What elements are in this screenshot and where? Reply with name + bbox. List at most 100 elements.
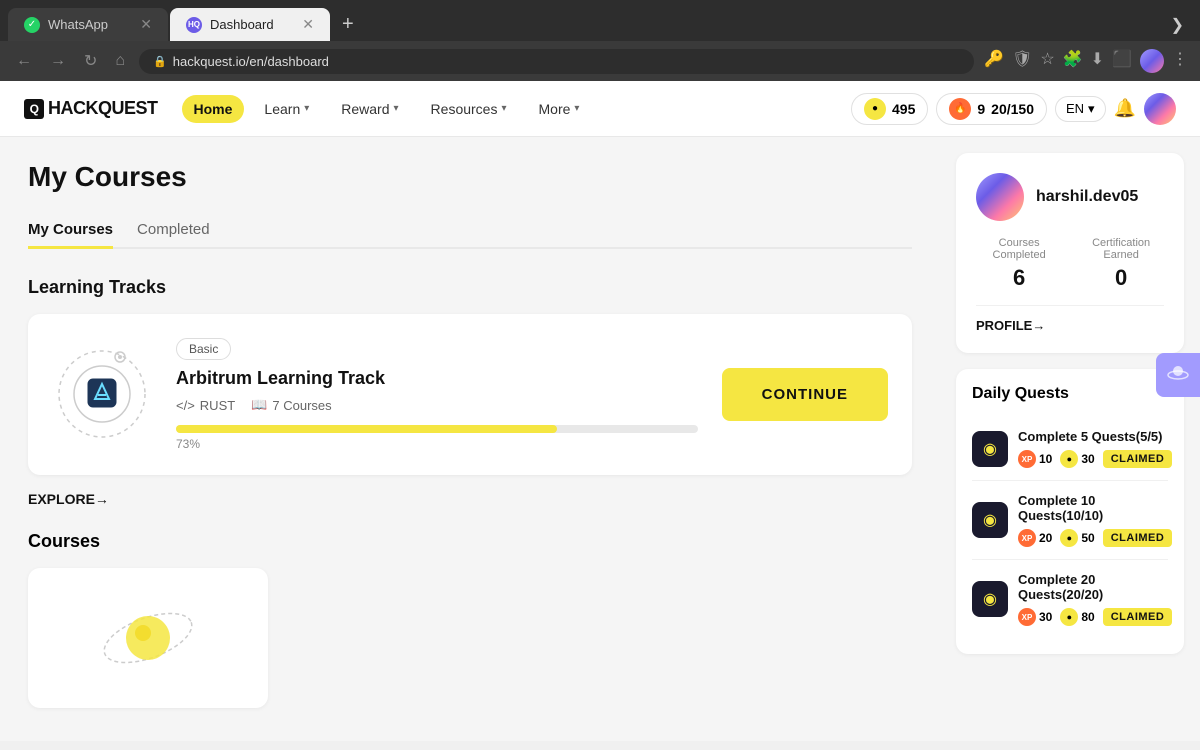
quest-name-1: Complete 10 Quests(10/10) xyxy=(1018,493,1172,523)
course-card-0[interactable] xyxy=(28,568,268,708)
tab-whatsapp-close[interactable]: ✕ xyxy=(140,16,152,33)
back-button[interactable]: ← xyxy=(12,48,36,74)
claimed-badge-2: CLAIMED xyxy=(1103,608,1173,626)
course-tabs: My Courses Completed xyxy=(28,213,912,249)
track-progress-bar xyxy=(176,425,698,433)
quest-rewards-0: XP 10 ● 30 CLAIMED xyxy=(1018,450,1172,468)
daily-quests-card: Daily Quests ◉ Complete 5 Quests(5/5) XP… xyxy=(956,369,1184,654)
nav-home-label: Home xyxy=(194,101,233,117)
key-icon[interactable]: 🔑 xyxy=(984,49,1004,73)
xp-value-0: 10 xyxy=(1039,452,1052,466)
floating-icon xyxy=(1166,363,1190,387)
user-avatar[interactable] xyxy=(1144,93,1176,125)
lang-chevron-icon: ▾ xyxy=(1088,101,1095,117)
url-bar[interactable]: 🔒 hackquest.io/en/dashboard xyxy=(139,49,974,74)
home-button[interactable]: ⌂ xyxy=(111,48,129,74)
coin-value-0: 30 xyxy=(1081,452,1094,466)
tab-my-courses[interactable]: My Courses xyxy=(28,213,113,249)
stat-cert-earned-label: Certification Earned xyxy=(1082,237,1160,261)
nav-home[interactable]: Home xyxy=(182,95,245,123)
browser-profile-avatar[interactable] xyxy=(1140,49,1164,73)
new-tab-button[interactable]: + xyxy=(332,9,364,40)
track-lang-label: RUST xyxy=(200,398,235,413)
quest-icon-2: ◉ xyxy=(972,581,1008,617)
main-layout: My Courses My Courses Completed Learning… xyxy=(0,137,1200,741)
book-icon: 📖 xyxy=(251,397,267,413)
track-courses-count-label: 7 Courses xyxy=(272,398,331,413)
stat-courses-completed: Courses Completed 6 xyxy=(980,237,1058,291)
browser-chrome: ✓ WhatsApp ✕ HQ Dashboard ✕ + ❯ ← → ↻ ⌂ … xyxy=(0,0,1200,81)
coins-display: ● 495 xyxy=(851,93,928,125)
whatsapp-favicon: ✓ xyxy=(24,17,40,33)
download-icon[interactable]: ⬇ xyxy=(1091,49,1104,73)
quest-rewards-2: XP 30 ● 80 CLAIMED xyxy=(1018,608,1172,626)
coins-icon: ● xyxy=(864,98,886,120)
resources-chevron-icon: ▾ xyxy=(501,103,506,114)
nav-resources[interactable]: Resources ▾ xyxy=(419,95,519,123)
course-planet-svg xyxy=(98,588,198,688)
app: Q HACKQUEST Home Learn ▾ Reward ▾ Resour… xyxy=(0,81,1200,741)
coin-badge-0: ● 30 xyxy=(1060,450,1094,468)
extensions-icon[interactable]: 🧩 xyxy=(1063,49,1083,73)
split-screen-icon[interactable]: ⬛ xyxy=(1112,49,1132,73)
quest-item-1: ◉ Complete 10 Quests(10/10) XP 20 ● 50 xyxy=(972,481,1168,560)
track-meta: </> RUST 📖 7 Courses xyxy=(176,397,698,413)
coins-value: 495 xyxy=(892,101,915,117)
shield-icon[interactable]: 🛡 xyxy=(1012,49,1032,73)
tab-dashboard[interactable]: HQ Dashboard ✕ xyxy=(170,8,330,41)
track-icon-arbitrum xyxy=(52,345,152,445)
coin-small-icon-2: ● xyxy=(1060,608,1078,626)
tab-bar: ✓ WhatsApp ✕ HQ Dashboard ✕ + ❯ xyxy=(0,0,1200,41)
tab-list-button[interactable]: ❯ xyxy=(1163,11,1192,39)
learn-chevron-icon: ▾ xyxy=(304,103,309,114)
coin-badge-2: ● 80 xyxy=(1060,608,1094,626)
xp-value-2: 30 xyxy=(1039,610,1052,624)
learning-tracks-title: Learning Tracks xyxy=(28,277,912,298)
dashboard-favicon: HQ xyxy=(186,17,202,33)
lock-icon: 🔒 xyxy=(153,55,167,68)
coin-small-icon-1: ● xyxy=(1060,529,1078,547)
xp-value-1: 20 xyxy=(1039,531,1052,545)
continue-button[interactable]: CONTINUE xyxy=(722,368,888,421)
browser-actions: 🔑 🛡 ☆ 🧩 ⬇ ⬛ ⋮ xyxy=(984,49,1188,73)
xp-badge-1: XP 20 xyxy=(1018,529,1052,547)
reload-button[interactable]: ↻ xyxy=(80,47,101,75)
sidebar: harshil.dev05 Courses Completed 6 Certif… xyxy=(940,137,1200,741)
tab-whatsapp[interactable]: ✓ WhatsApp ✕ xyxy=(8,8,168,41)
track-courses-count: 📖 7 Courses xyxy=(251,397,331,413)
logo-text: HACKQUEST xyxy=(48,98,158,119)
explore-link[interactable]: EXPLORE→ xyxy=(28,491,912,507)
xp-badge-0: XP 10 xyxy=(1018,450,1052,468)
star-icon[interactable]: ☆ xyxy=(1040,49,1054,73)
xp-icon-0: XP xyxy=(1018,450,1036,468)
quest-icon-1: ◉ xyxy=(972,502,1008,538)
tab-dashboard-close[interactable]: ✕ xyxy=(302,16,314,33)
track-badge: Basic xyxy=(176,338,231,360)
quest-icon-0: ◉ xyxy=(972,431,1008,467)
floating-help-button[interactable] xyxy=(1156,353,1200,397)
courses-section-title: Courses xyxy=(28,531,912,552)
logo-q-text: Q xyxy=(30,102,39,116)
quest-item-0: ◉ Complete 5 Quests(5/5) XP 10 ● 30 xyxy=(972,417,1168,481)
xp-icon-2: XP xyxy=(1018,608,1036,626)
menu-icon[interactable]: ⋮ xyxy=(1172,49,1188,73)
nav-more[interactable]: More ▾ xyxy=(527,95,592,123)
navbar: Q HACKQUEST Home Learn ▾ Reward ▾ Resour… xyxy=(0,81,1200,137)
coin-value-1: 50 xyxy=(1081,531,1094,545)
profile-link[interactable]: PROFILE→ xyxy=(976,305,1164,333)
tab-completed[interactable]: Completed xyxy=(137,213,210,249)
logo[interactable]: Q HACKQUEST xyxy=(24,98,158,119)
nav-learn[interactable]: Learn ▾ xyxy=(252,95,321,123)
tab-my-courses-label: My Courses xyxy=(28,221,113,238)
more-chevron-icon: ▾ xyxy=(574,103,579,114)
forward-button[interactable]: → xyxy=(46,48,70,74)
notifications-bell-icon[interactable]: 🔔 xyxy=(1114,98,1136,119)
language-selector[interactable]: EN ▾ xyxy=(1055,96,1106,122)
nav-reward[interactable]: Reward ▾ xyxy=(329,95,410,123)
arbitrum-logo-svg xyxy=(55,347,150,442)
nav-reward-label: Reward xyxy=(341,101,389,117)
daily-quests-title: Daily Quests xyxy=(972,385,1168,403)
stat-courses-completed-label: Courses Completed xyxy=(980,237,1058,261)
streak-fire-icon: 🔥 xyxy=(949,98,971,120)
profile-card: harshil.dev05 Courses Completed 6 Certif… xyxy=(956,153,1184,353)
